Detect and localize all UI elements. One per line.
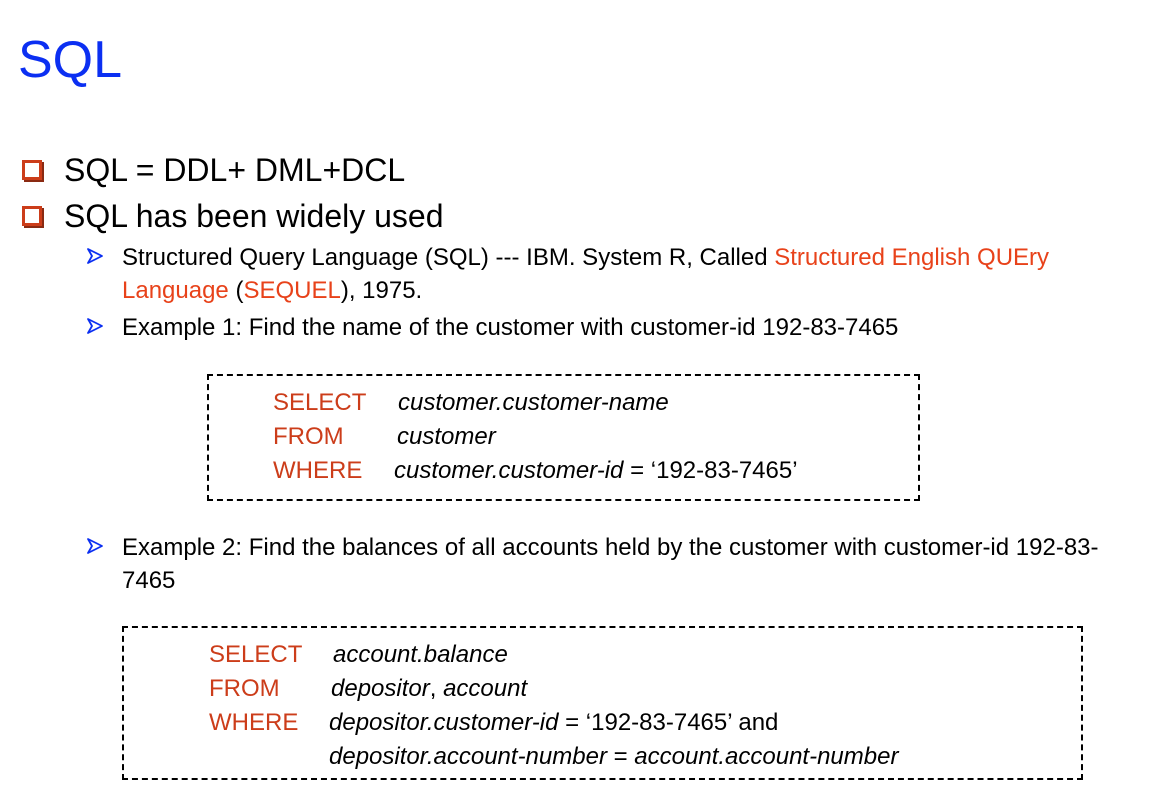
square-bullet-icon [22, 206, 42, 226]
sql-value: depositor.account-number [329, 743, 607, 770]
bullet-text: SQL = DDL+ DML+DCL [64, 152, 406, 188]
sql-line: SELECT account.balance [209, 638, 508, 672]
highlight-text: SEQUEL [243, 277, 341, 304]
sql-line: FROM depositor, account [209, 675, 528, 702]
sql-line: FROM customer [273, 420, 496, 454]
slide-title: SQL [18, 31, 123, 89]
sql-keyword: FROM [209, 675, 280, 702]
sql-line: WHERE depositor.customer-id = ‘192-83-746… [209, 709, 779, 736]
bullet-text: SQL has been widely used [64, 198, 444, 234]
arrow-bullet-icon [87, 318, 103, 334]
sql-value: customer.customer-name [398, 389, 669, 416]
sql-query-box-1: SELECT customer.customer-name FROM custome… [207, 374, 920, 501]
arrow-bullet-icon [87, 538, 103, 554]
arrow-bullet-icon [87, 248, 103, 264]
sql-value: customer.customer-id [394, 457, 624, 484]
sub-bullet: Example 1: Find the name of the customer… [86, 311, 1126, 344]
sql-line: SELECT customer.customer-name [273, 386, 669, 420]
sql-keyword: WHERE [273, 457, 363, 484]
sql-value: depositor.customer-id [329, 709, 559, 736]
sub-bullet-text: Structured Query Language (SQL) --- IBM.… [122, 244, 1050, 304]
sql-keyword: SELECT [273, 389, 367, 416]
sql-keyword: SELECT [209, 641, 303, 668]
sql-keyword: FROM [273, 423, 344, 450]
sub-bullet-text: Example 2: Find the balances of all acco… [122, 534, 1099, 594]
bullet-item: SQL = DDL+ DML+DCL [22, 154, 405, 186]
bullet-item: SQL has been widely used [22, 200, 444, 232]
sql-line: depositor.account-number = account.accou… [329, 743, 899, 770]
sql-value: customer [397, 423, 496, 450]
sql-query-box-2: SELECT account.balance FROM depositor, acc… [122, 626, 1083, 780]
sub-bullet-text: Example 1: Find the name of the customer… [122, 314, 899, 341]
sql-value: account.balance [333, 641, 508, 668]
sql-line: WHERE customer.customer-id = ‘192-83-7465… [273, 457, 798, 484]
sub-bullet: Structured Query Language (SQL) --- IBM.… [86, 241, 1126, 307]
sql-keyword: WHERE [209, 709, 299, 736]
square-bullet-icon [22, 160, 42, 180]
sql-value: account [443, 675, 528, 702]
sql-value: account.account-number [634, 743, 899, 770]
sql-value: depositor [331, 675, 430, 702]
sub-bullet: Example 2: Find the balances of all acco… [86, 531, 1126, 597]
